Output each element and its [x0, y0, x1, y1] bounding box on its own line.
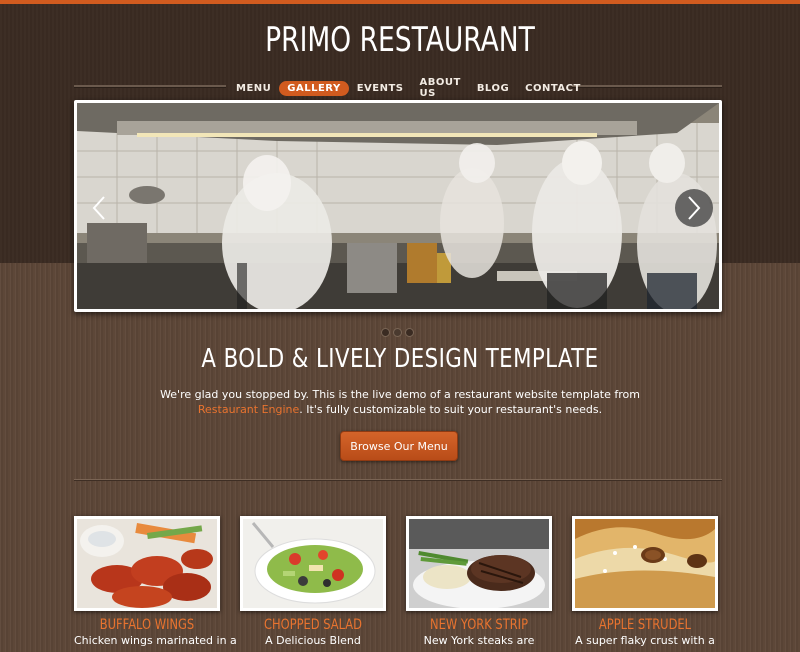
section-divider	[74, 479, 722, 481]
slider-dot-1[interactable]	[381, 328, 390, 337]
hero-slider	[74, 100, 722, 312]
feature-description: A super flaky crust with a	[575, 634, 715, 647]
top-accent-bar	[0, 0, 800, 4]
apple-strudel-photo	[575, 519, 715, 608]
intro-text-part1: We're glad you stopped by. This is the l…	[160, 388, 640, 401]
browse-menu-button[interactable]: Browse Our Menu	[340, 431, 458, 461]
kitchen-photo	[77, 103, 719, 309]
restaurant-engine-link[interactable]: Restaurant Engine	[198, 403, 299, 416]
buffalo-wings-photo	[77, 519, 217, 608]
feature-card-new-york-strip: NEW YORK STRIP New York steaks are	[406, 516, 552, 647]
feature-name[interactable]: NEW YORK STRIP	[419, 617, 539, 633]
feature-description: A Delicious Blend	[265, 634, 361, 647]
site-title[interactable]: PRIMO RESTAURANT	[88, 20, 712, 60]
new-york-strip-image[interactable]	[406, 516, 552, 611]
feature-name[interactable]: APPLE STRUDEL	[585, 617, 705, 633]
chopped-salad-photo	[243, 519, 383, 608]
nav-divider-left	[74, 85, 226, 88]
slider-prev-button[interactable]	[80, 189, 118, 227]
main-nav: MENU GALLERY EVENTS ABOUT US BLOG CONTAC…	[228, 77, 580, 99]
feature-card-chopped-salad: CHOPPED SALAD A Delicious Blend	[240, 516, 386, 647]
feature-description: New York steaks are	[423, 634, 535, 647]
chevron-left-icon	[92, 196, 105, 220]
buffalo-wings-image[interactable]	[74, 516, 220, 611]
feature-name[interactable]: CHOPPED SALAD	[253, 617, 373, 633]
feature-card-apple-strudel: APPLE STRUDEL A super flaky crust with a	[572, 516, 718, 647]
apple-strudel-image[interactable]	[572, 516, 718, 611]
slide-image-kitchen	[77, 103, 719, 309]
feature-description: Chicken wings marinated in a	[74, 634, 237, 647]
nav-item-events[interactable]: EVENTS	[349, 81, 412, 96]
slider-next-button[interactable]	[675, 189, 713, 227]
hero-tagline: A BOLD & LIVELY DESIGN TEMPLATE	[201, 344, 599, 374]
nav-item-about-us[interactable]: ABOUT US	[412, 75, 469, 101]
nav-divider-right	[572, 85, 722, 88]
chevron-right-icon	[688, 196, 701, 220]
slider-pagination	[381, 328, 414, 337]
feature-name[interactable]: BUFFALO WINGS	[87, 617, 207, 633]
chopped-salad-image[interactable]	[240, 516, 386, 611]
nav-item-blog[interactable]: BLOG	[469, 81, 517, 96]
nav-item-contact[interactable]: CONTACT	[517, 81, 589, 96]
intro-text-part2: . It's fully customizable to suit your r…	[299, 403, 603, 416]
intro-text: We're glad you stopped by. This is the l…	[150, 387, 650, 417]
new-york-strip-photo	[409, 519, 549, 608]
slider-dot-2[interactable]	[393, 328, 402, 337]
nav-item-gallery[interactable]: GALLERY	[279, 80, 349, 96]
slider-dot-3[interactable]	[405, 328, 414, 337]
nav-item-menu[interactable]: MENU	[228, 81, 279, 96]
feature-card-buffalo-wings: BUFFALO WINGS Chicken wings marinated in…	[74, 516, 237, 647]
